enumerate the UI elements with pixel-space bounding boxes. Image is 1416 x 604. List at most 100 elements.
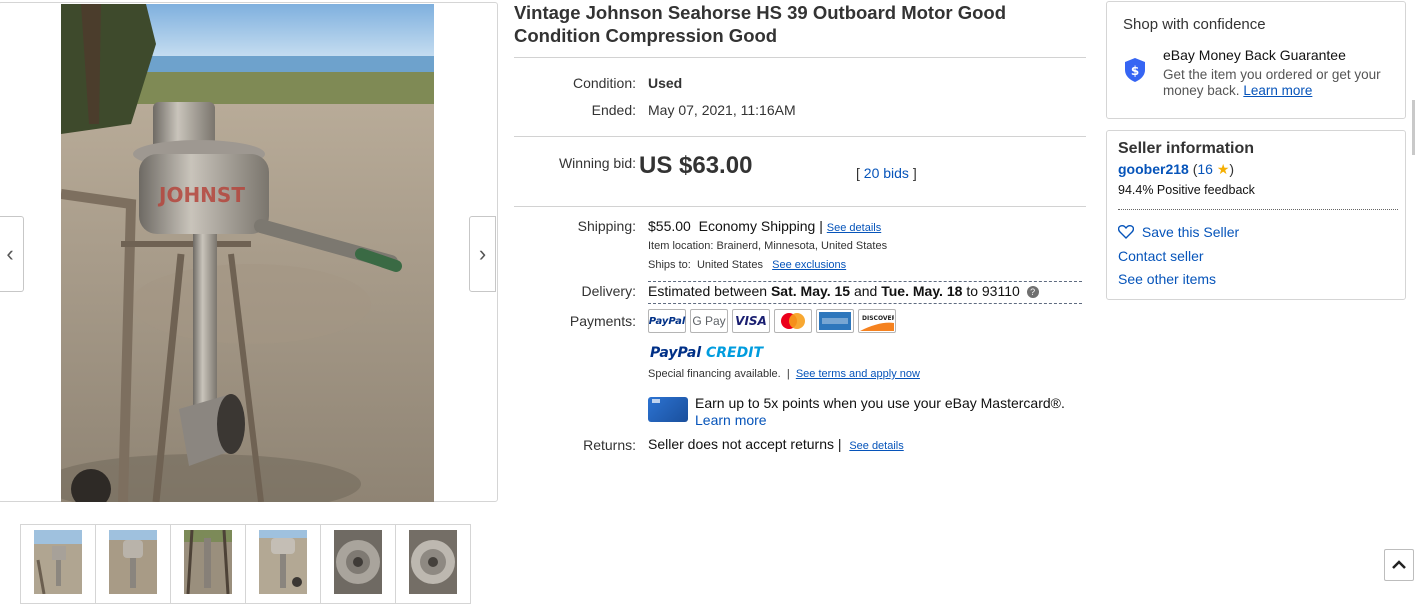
divider [514,206,1086,207]
feedback-close: ) [1229,161,1235,177]
bid-bracket-open: [ [856,165,860,181]
returns-info: Seller does not accept returns | See det… [648,436,904,452]
main-product-photo[interactable]: JOHNST [61,4,434,502]
guarantee-learn-more-link[interactable]: Learn more [1243,83,1312,98]
question-circle-icon[interactable]: ? [1026,286,1039,298]
ships-to-label: Ships to: [648,259,691,271]
see-exclusions-link[interactable]: See exclusions [772,259,846,271]
separator: | [786,368,790,380]
contact-seller-link[interactable]: Contact seller [1118,248,1204,264]
thumbnail-6[interactable] [395,524,471,604]
delivery-and: and [853,283,878,299]
save-seller-row[interactable]: Save this Seller [1117,224,1239,240]
ships-to: Ships to: United States See exclusions [648,259,846,271]
thumbnail-2[interactable] [95,524,171,604]
ebay-mastercard-icon [648,397,688,422]
delivery-start-date: Sat. May. 15 [770,283,851,299]
chevron-right-icon: › [478,241,487,266]
see-terms-link[interactable]: See terms and apply now [796,368,920,380]
confidence-heading: Shop with confidence [1123,16,1266,33]
mastercard-icon [781,313,805,329]
chevron-left-icon: ‹ [6,241,14,266]
visa-logo: VISA [732,309,770,333]
delivery-estimate: Estimated between Sat. May. 15 and Tue. … [648,283,1039,299]
feedback-score-link[interactable]: 16 [1197,161,1213,177]
thumbnail-1[interactable] [20,524,96,604]
dotted-divider [1118,209,1398,210]
returns-label: Returns: [583,437,636,453]
see-other-items-link[interactable]: See other items [1118,271,1216,287]
svg-text:$: $ [1131,64,1139,78]
discover-icon: DISCOVER [860,315,894,331]
guarantee-text-block: Get the item you ordered or get your mon… [1163,67,1393,99]
shipping-details-link[interactable]: See details [827,222,881,234]
google-pay-logo: G Pay [690,309,728,333]
thumbnail-3[interactable] [170,524,246,604]
image-gallery: JOHNST ‹ › [0,2,498,502]
star-icon: ★ [1216,161,1230,177]
seller-information-panel: Seller information goober218 (16 ★) 94.4… [1106,130,1406,300]
mastercard-promo: Earn up to 5x points when you use your e… [695,395,1065,411]
thumbnail-strip [20,524,471,604]
special-financing-text: Special financing available. [648,368,781,380]
chevron-up-icon [1392,560,1406,569]
divider [514,57,1086,58]
delivery-end-date: Tue. May. 18 [881,283,963,299]
winning-bid-label: Winning bid: [558,155,636,171]
page-scrollbar[interactable] [1412,100,1415,155]
ended-label: Ended: [591,102,636,118]
thumbnail-image [184,530,232,594]
winning-bid-amount: US $63.00 [639,152,753,179]
seller-identity: goober218 (16 ★) [1118,161,1234,178]
paypal-credit-paypal: PayPal [650,345,702,361]
delivery-prefix: Estimated between [648,283,768,299]
mastercard-logo [774,309,812,333]
special-financing: Special financing available. | See terms… [648,368,920,380]
dashed-divider [648,281,1082,282]
shipping-cost: $55.00 [648,218,691,234]
condition-label: Condition: [572,75,636,91]
next-image-button[interactable]: › [469,216,496,292]
condition-value: Used [648,75,683,91]
svg-text:JOHNST: JOHNST [157,183,245,207]
delivery-zip: to 93110 [966,283,1020,299]
paypal-credit-logo: PayPal CREDIT [650,345,763,361]
separator: | [819,218,823,234]
thumbnail-4[interactable] [245,524,321,604]
heart-icon [1117,225,1135,239]
bid-bracket-close: ] [912,165,917,181]
separator: | [837,436,842,452]
thumbnail-image [109,530,157,594]
back-to-top-button[interactable] [1384,549,1414,581]
outboard-motor-photo: JOHNST [61,4,434,502]
thumbnail-5[interactable] [320,524,396,604]
returns-details-link[interactable]: See details [849,440,903,452]
positive-feedback: 94.4% Positive feedback [1118,183,1255,197]
thumbnail-image [34,530,82,594]
item-location: Item location: Brainerd, Minnesota, Unit… [648,240,888,252]
paypal-credit-credit: CREDIT [706,345,763,361]
save-seller-link[interactable]: Save this Seller [1142,224,1239,240]
shipping-method: Economy Shipping [698,218,816,234]
previous-image-button[interactable]: ‹ [0,216,24,292]
shield-dollar-icon: $ [1125,58,1145,82]
paypal-logo-text: PayPal [648,315,686,327]
bid-history-link[interactable]: 20 bids [864,165,909,181]
guarantee-title: eBay Money Back Guarantee [1163,47,1346,63]
gpay-logo-text: G Pay [692,314,726,328]
dashed-divider [648,303,1082,304]
bid-count: [ 20 bids ] [856,165,917,181]
amex-icon [819,312,851,330]
returns-value: Seller does not accept returns [648,436,834,452]
thumbnail-image [334,530,382,594]
thumbnail-image [409,530,457,594]
seller-username-link[interactable]: goober218 [1118,161,1189,177]
shipping-label: Shipping: [577,218,636,234]
discover-logo: DISCOVER [858,309,896,333]
svg-text:DISCOVER: DISCOVER [862,315,894,322]
learn-more-link[interactable]: Learn more [695,412,767,428]
divider [514,136,1086,137]
delivery-label: Delivery: [581,283,636,299]
amex-logo [816,309,854,333]
shipping-info: $55.00 Economy Shipping | See details [648,218,881,234]
